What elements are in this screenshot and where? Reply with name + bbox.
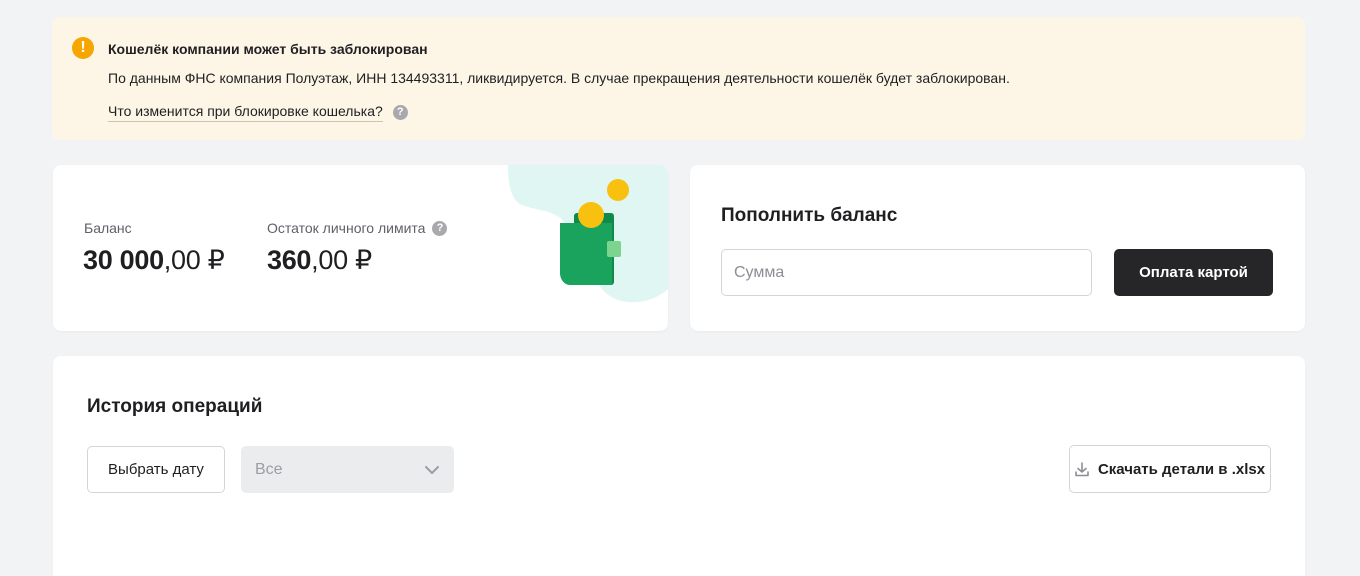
operation-type-select[interactable]: Все: [241, 446, 454, 493]
banner-link-row: Что изменится при блокировке кошелька? ?: [108, 103, 408, 122]
blocking-info-link[interactable]: Что изменится при блокировке кошелька?: [108, 103, 383, 122]
amount-input[interactable]: [721, 249, 1092, 296]
download-label: Скачать детали в .xlsx: [1097, 460, 1266, 478]
chevron-down-icon: [425, 465, 439, 474]
limit-amount-integer: 360: [267, 245, 312, 275]
wallet-clasp: [607, 241, 621, 257]
balance-amount: 30 000,00 ₽: [83, 245, 225, 276]
topup-card: Пополнить баланс Оплата картой: [690, 165, 1305, 331]
history-card: История операций Выбрать дату Все Скачат…: [53, 356, 1305, 576]
select-date-button[interactable]: Выбрать дату: [87, 446, 225, 493]
coin-icon: [578, 202, 604, 228]
warning-banner: ! Кошелёк компании может быть заблокиров…: [52, 17, 1305, 140]
download-xlsx-button[interactable]: Скачать детали в .xlsx: [1069, 445, 1271, 493]
balance-amount-fraction: ,00 ₽: [163, 245, 225, 275]
pay-by-card-button[interactable]: Оплата картой: [1114, 249, 1273, 296]
wallet-icon: [560, 223, 612, 285]
warning-icon: !: [72, 37, 94, 59]
limit-label: Остаток личного лимита: [267, 220, 426, 236]
coin-icon: [607, 179, 629, 201]
balance-amount-integer: 30 000: [83, 245, 164, 275]
balance-card: Баланс 30 000,00 ₽ Остаток личного лимит…: [53, 165, 668, 331]
history-title: История операций: [87, 396, 263, 417]
limit-amount-fraction: ,00 ₽: [311, 245, 372, 275]
limit-amount: 360,00 ₽: [267, 245, 372, 276]
balance-label: Баланс: [84, 220, 132, 236]
operation-type-value: Все: [255, 460, 283, 478]
help-icon[interactable]: ?: [392, 105, 408, 120]
topup-title: Пополнить баланс: [721, 205, 898, 226]
help-icon[interactable]: ?: [432, 220, 448, 236]
download-icon: [1075, 461, 1089, 476]
banner-text: По данным ФНС компания Полуэтаж, ИНН 134…: [108, 70, 1010, 86]
banner-title: Кошелёк компании может быть заблокирован: [108, 41, 428, 57]
limit-label-row: Остаток личного лимита ?: [267, 220, 448, 236]
wallet-illustration: [508, 165, 668, 303]
